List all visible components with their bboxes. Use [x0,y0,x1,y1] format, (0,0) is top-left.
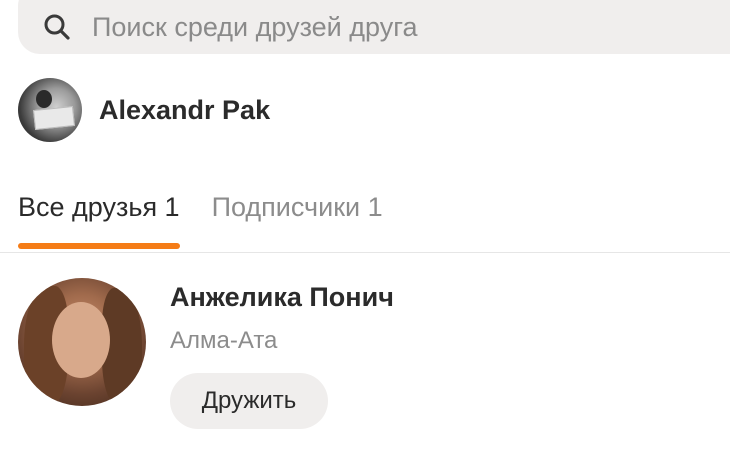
search-icon [42,12,72,42]
search-input[interactable] [92,11,692,43]
active-tab-indicator [18,243,180,249]
friend-info: Анжелика Понич Алма-Ата Дружить [170,278,394,429]
profile-owner-name[interactable]: Alexandr Pak [99,95,270,126]
tab-label: Все друзья 1 [18,192,180,222]
tab-followers[interactable]: Подписчики 1 [212,192,383,241]
divider [0,252,730,253]
list-item[interactable]: Анжелика Понич Алма-Ата Дружить [18,278,394,429]
tab-label: Подписчики 1 [211,192,383,222]
friend-city: Алма-Ата [170,327,278,354]
search-bar[interactable] [18,0,730,54]
tab-all-friends[interactable]: Все друзья 1 [18,192,180,249]
profile-owner[interactable]: Alexandr Pak [18,78,270,142]
add-friend-button[interactable]: Дружить [170,373,328,429]
avatar[interactable] [18,278,146,406]
friends-tabs: Все друзья 1 Подписчики 1 [18,192,383,249]
avatar[interactable] [18,78,82,142]
friend-name[interactable]: Анжелика Понич [170,282,394,313]
